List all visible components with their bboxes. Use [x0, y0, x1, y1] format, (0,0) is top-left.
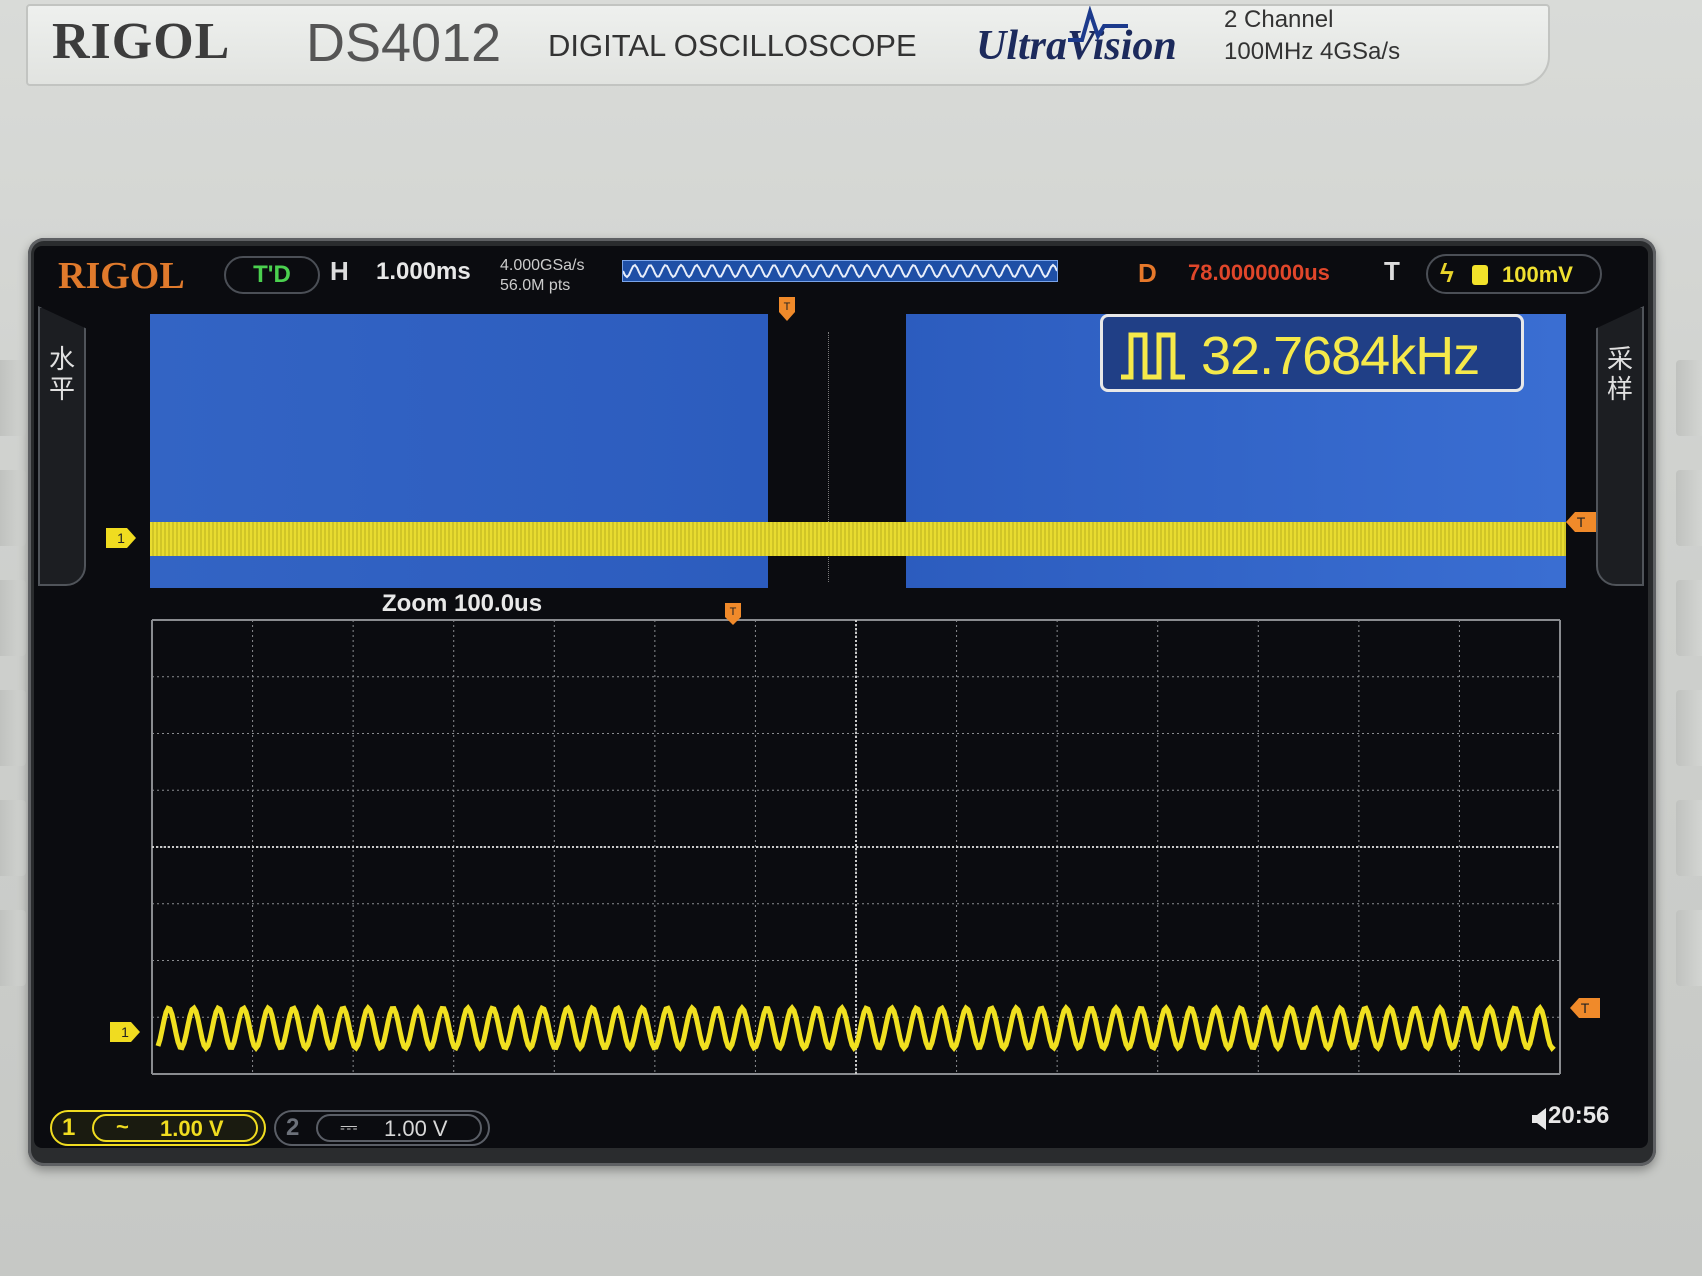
mode-indicator[interactable]: T'D	[224, 256, 320, 294]
bezel-tab	[0, 360, 26, 436]
bezel-tab	[0, 910, 26, 986]
zoom-timebase: Zoom 100.0us	[382, 590, 543, 617]
bezel-tab	[0, 690, 26, 766]
panel-spec: 100MHz 4GSa/s	[1224, 38, 1401, 65]
ch1-compressed-trace	[150, 522, 1566, 556]
panel-model: DS4012	[306, 13, 502, 73]
trigger-position-marker-label: T	[784, 301, 791, 313]
trigger-position-marker: T	[779, 297, 795, 321]
oscilloscope-screen: RIGOL T'D H 1.000ms 4.000GSa/s 56.0M pts…	[34, 246, 1648, 1148]
ch2-scale-box: ⎓ 1.00 V	[316, 1114, 482, 1142]
sample-rate: 4.000GSa/s	[500, 257, 585, 274]
ch1-scale-box: ~ 1.00 V	[92, 1114, 258, 1142]
system-clock: 20:56	[1548, 1102, 1610, 1129]
memory-overview-bar	[622, 260, 1058, 282]
panel-description: DIGITAL OSCILLOSCOPE	[548, 28, 917, 63]
edge-trigger-icon: ϟ	[1440, 258, 1454, 288]
zoom-trigger-marker: T	[725, 603, 741, 625]
graticule	[151, 619, 1561, 1075]
bezel-tab	[1676, 360, 1702, 436]
bezel-tab	[1676, 580, 1702, 656]
ch1-status[interactable]: 1 ~ 1.00 V	[50, 1110, 266, 1146]
panel-brand-logo: RIGOL	[52, 13, 231, 70]
trigger-level: 100mV	[1502, 262, 1573, 287]
bezel-tab	[1676, 690, 1702, 766]
delay-label: D	[1138, 258, 1157, 288]
delay-value[interactable]: 78.0000000us	[1188, 260, 1330, 286]
zoom-trigger-marker-label: T	[730, 606, 737, 618]
trigger-level-marker[interactable]: T	[1566, 512, 1596, 532]
frequency-value: 32.7684kHz	[1201, 326, 1480, 386]
ch1-number: 1	[62, 1114, 76, 1141]
overview-waveform	[622, 263, 1058, 279]
ch2-number: 2	[286, 1114, 300, 1141]
ch1-scale: 1.00 V	[160, 1116, 224, 1141]
zoom-trigger-level-marker[interactable]: T	[1570, 998, 1600, 1018]
bezel-tab	[1676, 470, 1702, 546]
bezel-tab	[0, 470, 26, 546]
zoom-waveform-grid	[150, 618, 1562, 1076]
frequency-measurement: 32.7684kHz	[1100, 314, 1524, 392]
trigger-source-icon	[1472, 265, 1488, 285]
panel-channels: 2 Channel	[1224, 6, 1334, 33]
screen-logo: RIGOL	[58, 255, 185, 297]
bezel-tab	[0, 580, 26, 656]
trigger-setting[interactable]: ϟ 100mV	[1426, 254, 1602, 294]
dc-coupling-icon: ⎓	[340, 1114, 358, 1139]
square-pulse-icon	[1121, 332, 1185, 380]
speaker-icon[interactable]	[1530, 1106, 1548, 1132]
bezel-tab	[1676, 800, 1702, 876]
horizontal-menu-tab[interactable]: 水平	[38, 306, 86, 586]
ac-coupling-icon: ~	[116, 1114, 129, 1139]
ch2-status[interactable]: 2 ⎓ 1.00 V	[274, 1110, 490, 1146]
bezel-tab	[1676, 910, 1702, 986]
ultravision-wave-icon	[1068, 6, 1128, 42]
horizontal-label: H	[330, 256, 349, 286]
ultravision-logo: UltraVision	[976, 6, 1177, 70]
ch2-scale: 1.00 V	[384, 1116, 448, 1141]
acquisition-info: 4.000GSa/s 56.0M pts	[500, 256, 585, 296]
bezel-tab	[0, 800, 26, 876]
panel-channel-spec: 2 Channel 100MHz 4GSa/s	[1224, 4, 1400, 68]
timebase-value[interactable]: 1.000ms	[376, 258, 471, 286]
memory-depth: 56.0M pts	[500, 277, 571, 294]
acquire-menu-tab[interactable]: 采样	[1596, 306, 1644, 586]
trigger-label: T	[1384, 256, 1400, 286]
zoom-ch1-offset-marker[interactable]: 1	[110, 1022, 140, 1042]
ch1-offset-marker[interactable]: 1	[106, 528, 136, 548]
